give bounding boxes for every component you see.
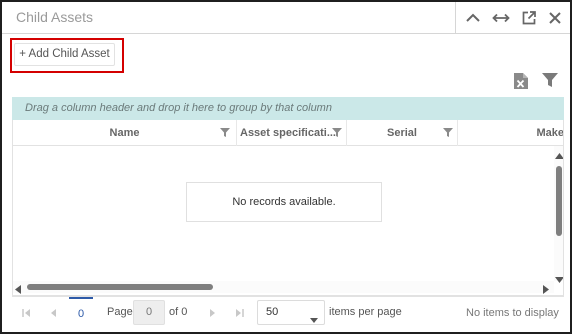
empty-state-message: No records available. [186,182,382,222]
vertical-scroll-thumb[interactable] [556,166,562,236]
items-per-page-label: items per page [329,306,402,318]
panel-title: Child Assets [16,9,94,25]
column-header-serial[interactable]: Serial [347,120,458,146]
horizontal-arrows-icon[interactable] [491,8,511,28]
group-by-hint[interactable]: Drag a column header and drop it here to… [12,97,564,120]
child-assets-grid: Name Asset specificati... Serial Make No… [12,120,564,296]
column-header-asset-specification[interactable]: Asset specificati... [237,120,347,146]
previous-page-icon[interactable] [47,307,59,319]
current-page-indicator[interactable]: 0 [69,297,93,329]
page-label: Page [107,306,133,318]
scroll-up-arrow-icon[interactable] [555,148,563,159]
horizontal-scrollbar[interactable] [13,281,554,294]
page-size-select[interactable]: 50 [257,300,325,325]
column-header-name[interactable]: Name [13,120,237,146]
panel-titlebar: Child Assets [2,2,570,34]
horizontal-scroll-thumb[interactable] [27,284,213,290]
scroll-down-arrow-icon[interactable] [555,272,563,283]
pager-status: No items to display [466,307,559,319]
last-page-icon[interactable] [233,307,245,319]
column-filter-icon[interactable] [443,127,453,137]
grid-header: Name Asset specificati... Serial Make [13,120,563,146]
vertical-scrollbar[interactable] [554,146,563,283]
scroll-left-arrow-icon[interactable] [15,283,25,294]
child-assets-panel: Child Assets + Add Child Asset Drag a co… [0,0,572,334]
close-icon[interactable] [545,8,565,28]
next-page-icon[interactable] [207,307,219,319]
chevron-up-icon[interactable] [463,8,483,28]
add-child-asset-button[interactable]: + Add Child Asset [14,43,115,66]
page-count-label: of 0 [169,306,188,318]
filter-icon[interactable] [541,72,559,90]
grid-pager: 0 Page 0 of 0 50 items per page No items… [12,296,564,328]
external-link-icon[interactable] [519,8,539,28]
page-number-input[interactable]: 0 [133,300,165,325]
titlebar-divider [455,2,456,34]
chevron-down-icon [310,310,318,323]
first-page-icon[interactable] [20,307,32,319]
excel-export-icon[interactable] [513,72,531,90]
column-filter-icon[interactable] [332,127,342,137]
column-filter-icon[interactable] [220,127,230,137]
scroll-right-arrow-icon[interactable] [543,283,553,294]
column-header-make[interactable]: Make [458,120,563,146]
